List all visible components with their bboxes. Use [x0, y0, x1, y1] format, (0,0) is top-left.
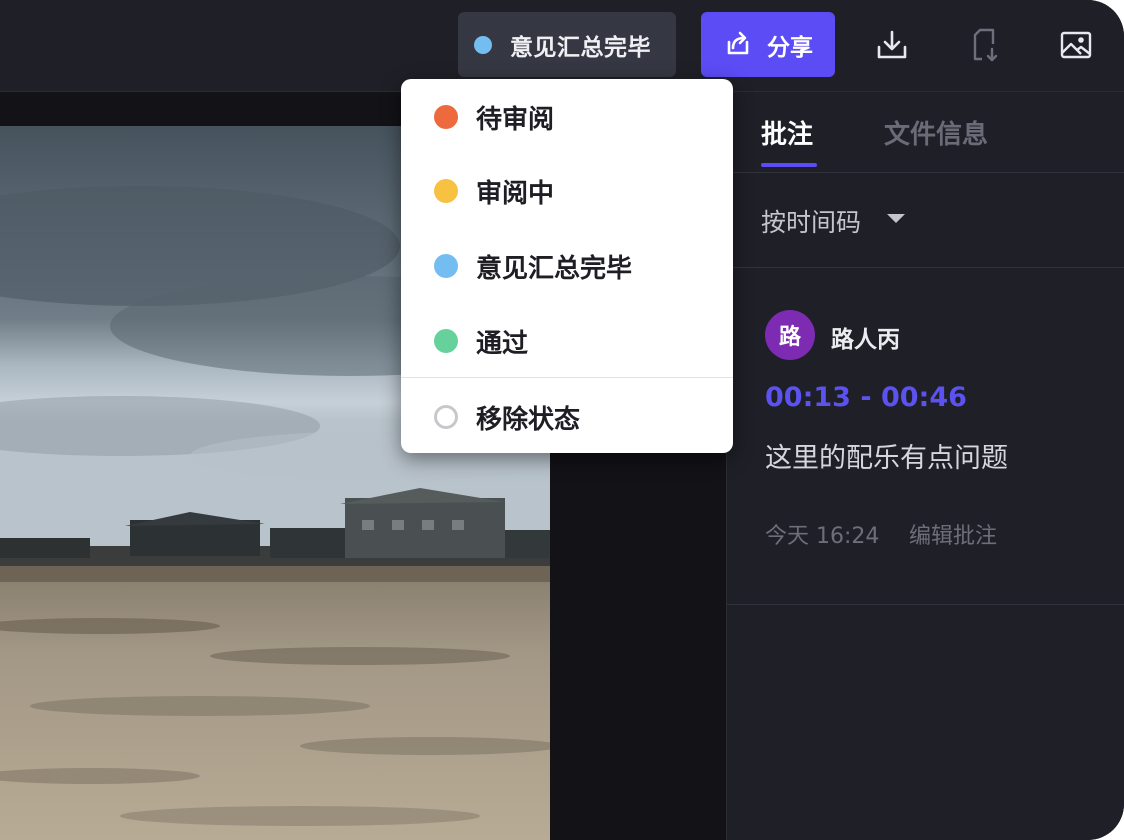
menu-item-in-review[interactable]: 审阅中: [401, 153, 733, 225]
menu-item-feedback-complete[interactable]: 意见汇总完毕: [401, 228, 733, 300]
caret-down-icon: [887, 214, 905, 223]
share-button[interactable]: 分享: [701, 12, 835, 77]
status-dot-yellow: [434, 179, 458, 203]
status-dot: [474, 35, 492, 54]
status-dot-blue: [434, 254, 458, 278]
file-download-icon[interactable]: [965, 24, 1005, 66]
status-label: 意见汇总完毕: [510, 34, 651, 61]
annotation-panel: 批注 文件信息 按时间码 路 路人丙 00:13 - 00:46 这里的配乐有点…: [726, 92, 1124, 840]
menu-divider: [401, 377, 733, 378]
download-icon[interactable]: [872, 24, 912, 66]
sort-dropdown[interactable]: 按时间码: [727, 173, 1124, 268]
menu-item-label: 意见汇总完毕: [476, 254, 633, 284]
app-window: 意见汇总完毕 分享 批注 文件信息 按时间码 路 路人丙 00:13 - 00:…: [0, 0, 1124, 840]
tab-annotations[interactable]: 批注: [761, 114, 813, 151]
menu-item-label: 移除状态: [476, 405, 581, 435]
share-icon: [723, 28, 753, 62]
active-tab-indicator: [761, 163, 817, 167]
share-label: 分享: [767, 34, 813, 61]
menu-item-label: 通过: [476, 329, 529, 359]
menu-item-approved[interactable]: 通过: [401, 303, 733, 375]
comment-author: 路人丙: [831, 327, 900, 353]
menu-item-label: 审阅中: [476, 179, 555, 209]
tab-file-info[interactable]: 文件信息: [884, 114, 988, 151]
status-dot-green: [434, 329, 458, 353]
image-icon[interactable]: [1056, 24, 1096, 66]
status-dot-orange: [434, 105, 458, 129]
status-dropdown-button[interactable]: 意见汇总完毕: [458, 12, 676, 77]
status-menu: 待审阅 审阅中 意见汇总完毕 通过 移除状态: [401, 79, 733, 453]
menu-item-remove-status[interactable]: 移除状态: [401, 379, 733, 451]
comment-card[interactable]: 路 路人丙 00:13 - 00:46 这里的配乐有点问题 今天 16:24 编…: [727, 268, 1124, 605]
comment-text: 这里的配乐有点问题: [765, 443, 1008, 474]
empty-circle-icon: [434, 405, 458, 429]
comment-timestamp: 今天 16:24: [765, 524, 880, 549]
panel-tabs: 批注 文件信息: [727, 92, 1124, 173]
menu-item-pending-review[interactable]: 待审阅: [401, 79, 733, 151]
comment-timecode[interactable]: 00:13 - 00:46: [765, 382, 967, 413]
edit-comment-link[interactable]: 编辑批注: [909, 518, 997, 550]
sort-label: 按时间码: [761, 208, 862, 237]
avatar: 路: [765, 310, 815, 360]
menu-item-label: 待审阅: [476, 105, 555, 135]
